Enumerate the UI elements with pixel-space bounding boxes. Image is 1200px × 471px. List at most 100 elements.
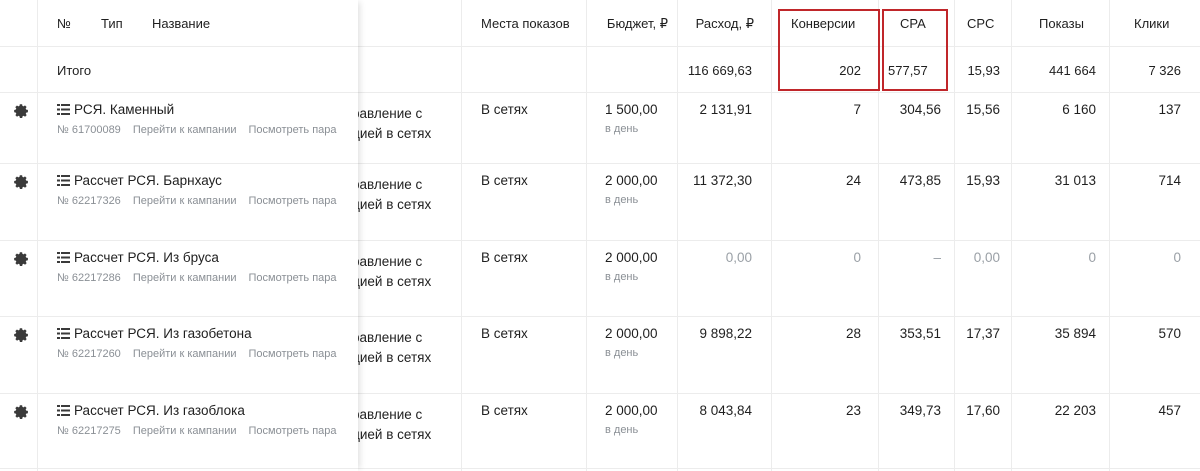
header-clicks[interactable]: Клики [1134,16,1169,31]
campaign-title: Рассчет РСЯ. Из газобетона [57,326,252,341]
go-to-campaign-link[interactable]: Перейти к кампании [133,272,237,284]
budget-value[interactable]: 2 000,00 [605,250,658,265]
places-value: В сетях [481,173,528,188]
header-name[interactable]: Название [152,16,210,31]
totals-label: Итого [57,63,92,78]
strategy-text: равление с дией в сетях [352,405,431,445]
gear-icon[interactable] [12,403,30,421]
view-params-link[interactable]: Посмотреть пара [249,425,337,437]
spend-value: 2 131,91 [699,102,752,117]
cpa-value: 353,51 [899,326,941,341]
places-value: В сетях [481,250,528,265]
spend-value: 0,00 [725,250,752,265]
cpa-value: – [933,250,941,265]
campaign-sub-links: № 62217260 Перейти к кампании Посмотреть п… [57,348,349,360]
header-number[interactable]: № [57,16,71,31]
clicks-value: 570 [1158,326,1181,341]
campaign-id: № 62217260 [57,348,121,360]
strategy-line2: дией в сетях [352,274,432,289]
totals-clicks: 7 326 [1148,63,1181,78]
strategy-line1: равление с [352,407,423,422]
gear-icon[interactable] [12,326,30,344]
campaign-sub-links: № 62217275 Перейти к кампании Посмотреть п… [57,425,349,437]
campaign-name-link[interactable]: РСЯ. Каменный [74,102,174,117]
totals-cpc: 15,93 [967,63,1000,78]
impressions-value: 31 013 [1054,173,1096,188]
header-budget[interactable]: Бюджет, ₽ [586,16,668,32]
view-params-link[interactable]: Посмотреть пара [249,124,337,136]
header-cpa[interactable]: CPA [900,16,926,31]
campaign-type-icon [57,103,70,115]
budget-value[interactable]: 2 000,00 [605,403,658,418]
campaign-name-link[interactable]: Рассчет РСЯ. Из бруса [74,250,219,265]
totals-cpa: 577,57 [888,63,928,78]
view-params-link[interactable]: Посмотреть пара [249,348,337,360]
campaign-name-link[interactable]: Рассчет РСЯ. Из газобетона [74,326,252,341]
budget-value[interactable]: 2 000,00 [605,173,658,188]
conversions-value: 28 [845,326,861,341]
campaign-name-link[interactable]: Рассчет РСЯ. Из газоблока [74,403,245,418]
view-params-link[interactable]: Посмотреть пара [249,272,337,284]
impressions-value: 0 [1088,250,1096,265]
campaign-sub-links: № 62217286 Перейти к кампании Посмотреть п… [57,272,349,284]
go-to-campaign-link[interactable]: Перейти к кампании [133,425,237,437]
spend-value: 9 898,22 [699,326,752,341]
campaign-id: № 61700089 [57,124,121,136]
strategy-line2: дией в сетях [352,427,432,442]
clicks-value: 0 [1173,250,1181,265]
campaign-id: № 62217286 [57,272,121,284]
strategy-text: равление с дией в сетях [352,328,431,368]
strategy-text: равление с дией в сетях [352,104,431,144]
conversions-value: 23 [845,403,861,418]
budget-period: в день [605,424,639,436]
strategy-line1: равление с [352,330,423,345]
budget-period: в день [605,271,639,283]
campaign-type-icon [57,327,70,339]
header-conversions[interactable]: Конверсии [791,16,855,31]
gear-icon[interactable] [12,250,30,268]
strategy-line2: дией в сетях [352,197,432,212]
budget-period: в день [605,194,639,206]
budget-period: в день [605,123,639,135]
go-to-campaign-link[interactable]: Перейти к кампании [133,348,237,360]
strategy-line2: дией в сетях [352,350,432,365]
campaign-type-icon [57,174,70,186]
places-value: В сетях [481,102,528,117]
totals-conversions: 202 [839,63,861,78]
cpc-value: 17,37 [966,326,1000,341]
header-cpc[interactable]: CPC [967,16,994,31]
header-impressions[interactable]: Показы [1039,16,1084,31]
campaign-sub-links: № 61700089 Перейти к кампании Посмотреть п… [57,124,349,136]
budget-value[interactable]: 1 500,00 [605,102,658,117]
campaign-type-icon [57,251,70,263]
gear-icon[interactable] [12,102,30,120]
impressions-value: 6 160 [1062,102,1096,117]
campaign-name-link[interactable]: Рассчет РСЯ. Барнхаус [74,173,222,188]
impressions-value: 35 894 [1054,326,1096,341]
view-params-link[interactable]: Посмотреть пара [249,195,337,207]
go-to-campaign-link[interactable]: Перейти к кампании [133,124,237,136]
gear-icon[interactable] [12,173,30,191]
places-value: В сетях [481,326,528,341]
header-type[interactable]: Тип [101,16,123,31]
header-places[interactable]: Места показов [481,16,570,31]
strategy-text: равление с дией в сетях [352,252,431,292]
cpc-value: 17,60 [966,403,1000,418]
cpa-value: 349,73 [899,403,941,418]
campaign-title: РСЯ. Каменный [57,102,174,117]
go-to-campaign-link[interactable]: Перейти к кампании [133,195,237,207]
clicks-value: 457 [1158,403,1181,418]
strategy-line2: дией в сетях [352,126,432,141]
strategy-text: равление с дией в сетях [352,175,431,215]
spend-value: 8 043,84 [699,403,752,418]
campaign-id: № 62217275 [57,425,121,437]
conversions-value: 24 [845,173,861,188]
clicks-value: 137 [1158,102,1181,117]
campaigns-table: Места показов Бюджет, ₽ Расход, ₽ Конвер… [0,0,1200,471]
campaign-title: Рассчет РСЯ. Из бруса [57,250,219,265]
header-spend[interactable]: Расход, ₽ [677,16,754,32]
frozen-columns: № Тип Название Итого РСЯ. Каменный № 6170… [0,0,358,471]
budget-value[interactable]: 2 000,00 [605,326,658,341]
conversions-value: 7 [853,102,861,117]
impressions-value: 22 203 [1054,403,1096,418]
